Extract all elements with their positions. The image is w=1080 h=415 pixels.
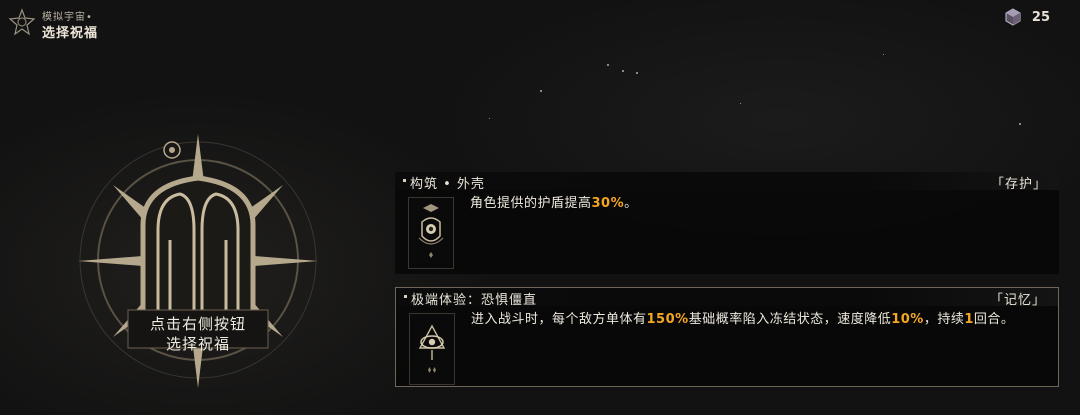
desc-highlight-value: 1 bbox=[964, 312, 974, 327]
blessing-name: 极端体验：恐惧僵直 bbox=[411, 293, 538, 308]
instruction-line-1: 点击右侧按钮 bbox=[149, 315, 246, 333]
star-speck bbox=[622, 70, 624, 72]
star-speck bbox=[607, 64, 609, 66]
cosmic-fragment-icon bbox=[1005, 8, 1021, 26]
page-header: 模拟宇宙• 选择祝福 bbox=[8, 6, 148, 41]
blessing-icon-frame bbox=[409, 313, 455, 385]
desc-text: 基础概率陷入冻结状态，速度降低 bbox=[688, 312, 892, 327]
blessing-description: 角色提供的护盾提高30%。 bbox=[470, 194, 1050, 213]
blessing-name: 构筑 • 外壳 bbox=[410, 177, 485, 192]
desc-text: 回合。 bbox=[973, 312, 1015, 327]
path-tag: 「存护」 bbox=[990, 177, 1047, 192]
currency-display[interactable]: 25 bbox=[1004, 6, 1050, 28]
bullet-icon bbox=[403, 179, 406, 182]
desc-highlight-value: 10% bbox=[891, 312, 924, 327]
star-speck bbox=[636, 72, 638, 74]
bullet-icon bbox=[404, 295, 407, 298]
page-title: 选择祝福 bbox=[42, 26, 99, 41]
emblem-instruction: 点击右侧按钮 选择祝福 bbox=[118, 314, 278, 354]
star-speck bbox=[740, 103, 741, 104]
currency-amount: 25 bbox=[1031, 9, 1050, 25]
blessing-card-header: 极端体验：恐惧僵直 「记忆」 bbox=[396, 288, 1058, 308]
blessing-card-selected[interactable]: 极端体验：恐惧僵直 「记忆」 进入战斗时，每个敌方单体有150%基础概率陷入冻结… bbox=[395, 287, 1059, 387]
blessing-description: 进入战斗时，每个敌方单体有150%基础概率陷入冻结状态，速度降低10%，持续1回… bbox=[471, 310, 1051, 329]
star-speck bbox=[1019, 123, 1021, 125]
desc-text: 角色提供的护盾提高 bbox=[470, 196, 592, 211]
shell-blessing-icon bbox=[418, 204, 444, 258]
desc-highlight-value: 150% bbox=[646, 312, 689, 327]
desc-text: ，持续 bbox=[923, 312, 965, 327]
instruction-line-2: 选择祝福 bbox=[165, 335, 230, 353]
blessing-card-header: 构筑 • 外壳 「存护」 bbox=[395, 172, 1059, 192]
blessing-card[interactable]: 构筑 • 外壳 「存护」 角色提供的护盾提高30%。 bbox=[395, 172, 1059, 274]
desc-text: 。 bbox=[624, 196, 638, 211]
desc-highlight-value: 30% bbox=[591, 196, 625, 211]
path-tag: 「记忆」 bbox=[989, 293, 1046, 308]
mode-subtitle: 模拟宇宙• bbox=[42, 12, 93, 23]
remembrance-eye-icon bbox=[418, 324, 446, 373]
desc-text: 进入战斗时，每个敌方单体有 bbox=[471, 312, 647, 327]
star-speck bbox=[489, 118, 490, 119]
blessing-icon-frame bbox=[408, 197, 454, 269]
star-speck bbox=[883, 54, 884, 55]
universe-emblem-icon bbox=[8, 8, 36, 36]
star-speck bbox=[540, 90, 542, 92]
